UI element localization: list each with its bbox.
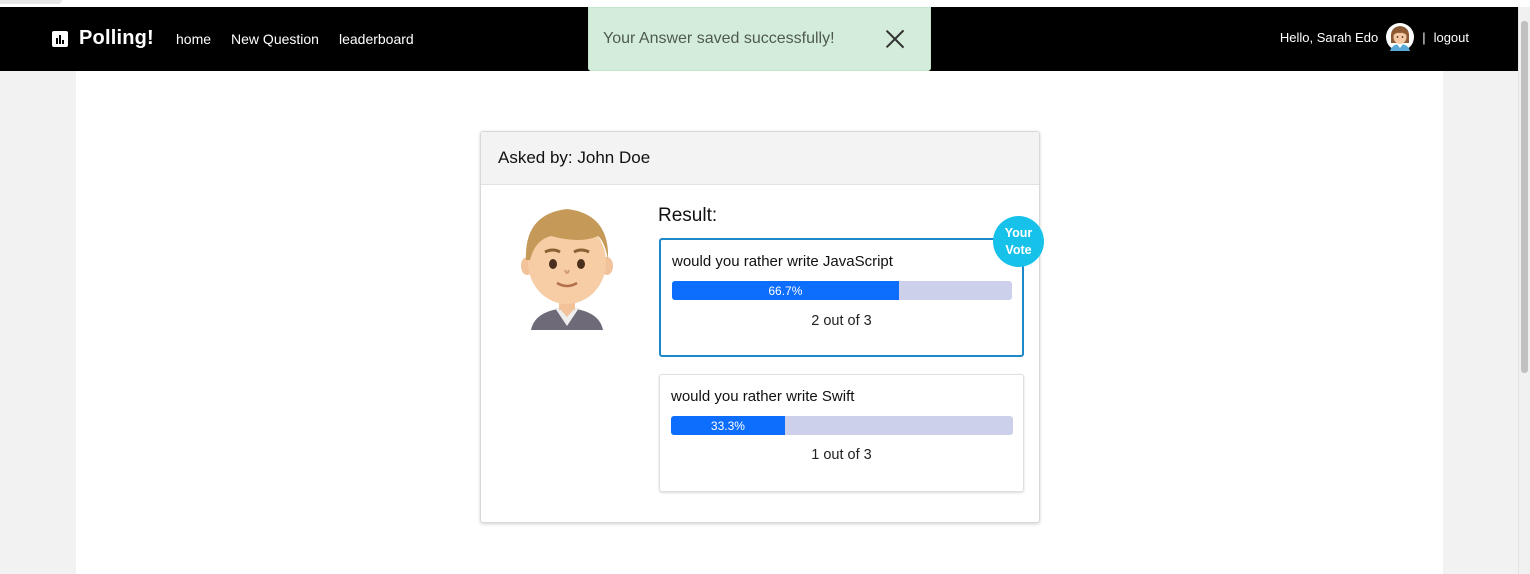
badge-line-1: Your <box>1004 225 1033 240</box>
your-vote-badge: Your Vote <box>993 216 1044 267</box>
user-separator: | <box>1422 29 1426 45</box>
progress-fill: 66.7% <box>672 281 899 300</box>
close-icon[interactable] <box>884 28 906 50</box>
nav-link-home[interactable]: home <box>176 31 211 47</box>
logout-link[interactable]: logout <box>1434 30 1469 45</box>
browser-top-strip <box>0 0 1530 7</box>
user-avatar <box>1386 23 1415 51</box>
progress-fill: 33.3% <box>671 416 785 435</box>
option-text: would you rather write Swift <box>671 388 855 405</box>
progress-bar: 66.7% <box>672 281 1012 300</box>
result-title: Result: <box>658 205 718 226</box>
question-card: Asked by: John Doe Result: would you rat… <box>480 131 1044 523</box>
user-area: Hello, Sarah Edo | logout <box>1280 23 1469 51</box>
option-voted: would you rather write JavaScript 66.7% … <box>659 238 1024 357</box>
vote-count: 2 out of 3 <box>811 313 872 329</box>
author-avatar <box>521 209 613 330</box>
badge-line-2: Vote <box>1005 242 1032 257</box>
nav-link-leaderboard[interactable]: leaderboard <box>339 31 414 47</box>
success-toast: Your Answer saved successfully! <box>588 7 931 71</box>
asked-by: Asked by: John Doe <box>498 148 651 167</box>
scrollbar-thumb[interactable] <box>1521 21 1528 373</box>
card-header: Asked by: John Doe <box>481 132 1039 185</box>
vote-count: 1 out of 3 <box>811 447 872 463</box>
option-other: would you rather write Swift 33.3% 1 out… <box>659 374 1024 492</box>
nav-links: home New Question leaderboard <box>176 31 414 47</box>
brand-title: Polling! <box>79 27 154 49</box>
bar-chart-icon <box>52 30 68 47</box>
brand[interactable]: Polling! <box>52 27 154 50</box>
toast-message: Your Answer saved successfully! <box>603 30 835 47</box>
option-text: would you rather write JavaScript <box>672 253 893 270</box>
user-greeting: Hello, Sarah Edo <box>1279 29 1379 45</box>
scrollbar[interactable] <box>1518 7 1530 574</box>
progress-bar: 33.3% <box>671 416 1013 435</box>
browser-tab[interactable] <box>0 0 62 4</box>
nav-link-new-question[interactable]: New Question <box>231 31 319 47</box>
